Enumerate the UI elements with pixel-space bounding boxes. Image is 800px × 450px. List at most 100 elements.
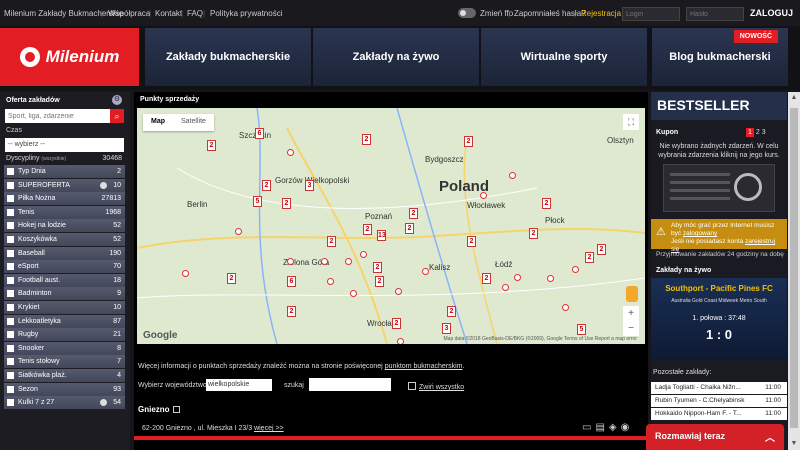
scrollbar-thumb[interactable] <box>790 108 798 428</box>
sidebar-discipline-item[interactable]: Rugby 21 <box>4 328 125 342</box>
sidebar-search-input[interactable] <box>5 109 110 123</box>
more-link[interactable]: więcej >> <box>254 425 284 432</box>
sidebar-discipline-item[interactable]: Siatkówka plaż. 4 <box>4 368 125 382</box>
zoom-out-button[interactable]: − <box>623 321 639 336</box>
checkbox[interactable] <box>7 235 14 243</box>
checkbox[interactable] <box>7 168 14 175</box>
sidebar-discipline-item[interactable]: Football aust. 18 <box>4 273 125 287</box>
checkbox[interactable] <box>7 331 14 339</box>
voivodeship-select[interactable]: wielkopolskie <box>206 379 272 391</box>
map-pin-marker[interactable]: 2 <box>529 228 538 239</box>
topbar-link-wspolpraca[interactable]: Współpraca <box>108 9 150 18</box>
page-scrollbar[interactable]: ▲ ▼ <box>788 92 800 450</box>
nav-blog[interactable]: Blog bukmacherski NOWOŚĆ <box>652 28 788 86</box>
sidebar-discipline-item[interactable]: Tenis 1968 <box>4 205 125 219</box>
sidebar-discipline-item[interactable]: Krykiet 10 <box>4 300 125 314</box>
checkbox[interactable] <box>7 181 14 189</box>
event-row[interactable]: Hokkaido Nippon-Ham F. - T... 11:00 <box>651 408 787 420</box>
map-dot-marker[interactable] <box>360 251 367 258</box>
map-pin-marker[interactable]: 2 <box>363 224 372 235</box>
map-pin-marker[interactable]: 2 <box>597 244 606 255</box>
map-dot-marker[interactable] <box>327 278 334 285</box>
coupon-tab-3[interactable]: 3 <box>762 129 766 136</box>
map-dot-marker[interactable] <box>480 192 487 199</box>
checkbox[interactable] <box>7 371 14 379</box>
checkbox[interactable] <box>7 222 14 230</box>
checkbox[interactable] <box>7 317 14 325</box>
map-pin-marker[interactable]: 5 <box>253 196 262 207</box>
map-dot-marker[interactable] <box>502 284 509 291</box>
checkbox[interactable] <box>7 385 14 393</box>
settings-icon[interactable]: ⚙ <box>112 95 122 105</box>
map-dot-marker[interactable] <box>345 258 352 265</box>
map-pin-marker[interactable]: 6 <box>287 276 296 287</box>
logo[interactable]: Milenium <box>0 28 139 86</box>
topbar-link-kontakt[interactable]: Kontakt <box>155 9 182 18</box>
map-dot-marker[interactable] <box>509 172 516 179</box>
checkbox[interactable] <box>7 303 14 311</box>
map-pin-marker[interactable]: 5 <box>577 324 586 335</box>
street-view-icon[interactable] <box>626 286 638 302</box>
map-tab[interactable]: Map <box>143 114 173 131</box>
map[interactable]: Map Satellite ⛶ Poland Szczecin Bydgoszc… <box>137 108 645 344</box>
checkbox[interactable] <box>7 249 14 257</box>
map-dot-marker[interactable] <box>321 258 328 265</box>
register-link[interactable]: Rejestracja <box>581 9 621 18</box>
scroll-down-icon[interactable]: ▼ <box>788 438 800 450</box>
map-pin-marker[interactable]: 2 <box>467 236 476 247</box>
map-pin-marker[interactable]: 2 <box>464 136 473 147</box>
checkbox[interactable] <box>7 263 14 271</box>
search-icon[interactable]: ⌕ <box>110 109 124 123</box>
map-pin-marker[interactable]: 2 <box>542 198 551 209</box>
sidebar-discipline-item[interactable]: Badminton 9 <box>4 287 125 301</box>
map-dot-marker[interactable] <box>350 290 357 297</box>
sidebar-discipline-item[interactable]: Lekkoatletyka 87 <box>4 314 125 328</box>
map-pin-marker[interactable]: 2 <box>287 306 296 317</box>
sales-points-link[interactable]: punktom bukmacherskim <box>385 363 463 370</box>
live-chat-button[interactable]: Rozmawiaj teraz ︿ <box>646 424 784 450</box>
map-pin-marker[interactable]: 2 <box>373 262 382 273</box>
event-row[interactable]: Ladja Togliatti - Chaika Nižn... 11:00 <box>651 382 787 394</box>
event-row[interactable]: Rubin Tyumen - C.Chelyabinsk 11:00 <box>651 395 787 407</box>
topbar-link-privacy[interactable]: Polityka prywatności <box>210 9 282 18</box>
sidebar-discipline-item[interactable]: Kulki 7 z 27 54 <box>4 396 125 410</box>
sidebar-discipline-item[interactable]: Koszykówka 52 <box>4 232 125 246</box>
disciplines-header[interactable]: Dyscypliny (wszystkie) 30468 <box>6 155 122 162</box>
map-dot-marker[interactable] <box>287 258 294 265</box>
zoom-in-button[interactable]: + <box>623 306 639 321</box>
map-pin-marker[interactable]: 3 <box>305 180 314 191</box>
password-input[interactable] <box>686 7 744 21</box>
logged-in-link[interactable]: zalogowany <box>683 230 717 237</box>
points-search-input[interactable] <box>309 378 391 391</box>
topbar-link-faq[interactable]: FAQ <box>187 9 203 18</box>
map-pin-marker[interactable]: 2 <box>362 134 371 145</box>
coupon-tab-1[interactable]: 1 <box>746 128 754 137</box>
topbar-link-home[interactable]: Milenium Zakłady Bukmacherskie <box>4 9 123 18</box>
checkbox[interactable] <box>7 344 14 352</box>
map-dot-marker[interactable] <box>287 149 294 156</box>
coupon-tab-2[interactable]: 2 <box>756 129 760 136</box>
collapse-all-link[interactable]: Zwiń wszystko <box>408 382 464 391</box>
map-dot-marker[interactable] <box>572 266 579 273</box>
map-dot-marker[interactable] <box>547 275 554 282</box>
login-button[interactable]: ZALOGUJ <box>750 8 793 18</box>
login-input[interactable] <box>622 7 680 21</box>
map-pin-marker[interactable]: 2 <box>482 273 491 284</box>
sidebar-discipline-item[interactable]: Sezon 93 <box>4 382 125 396</box>
map-pin-marker[interactable]: 2 <box>282 198 291 209</box>
map-attribution[interactable]: Map data ©2018 GeoBasis-DE/BKG (©2009), … <box>444 336 637 342</box>
map-pin-marker[interactable]: 2 <box>405 223 414 234</box>
map-pin-marker[interactable]: 2 <box>447 306 456 317</box>
sidebar-discipline-item[interactable]: Tenis stołowy 7 <box>4 355 125 369</box>
map-dot-marker[interactable] <box>562 304 569 311</box>
map-pin-marker[interactable]: 2 <box>207 140 216 151</box>
map-dot-marker[interactable] <box>395 288 402 295</box>
sidebar-discipline-item[interactable]: Snooker 8 <box>4 341 125 355</box>
bestseller-banner[interactable]: BESTSELLER <box>651 92 787 120</box>
map-pin-marker[interactable]: 2 <box>585 252 594 263</box>
time-select[interactable]: -- wybierz -- <box>5 138 124 152</box>
checkbox[interactable] <box>7 358 14 366</box>
map-pin-marker[interactable]: 13 <box>377 230 386 241</box>
map-pin-marker[interactable]: 2 <box>375 276 384 287</box>
checkbox[interactable] <box>7 276 14 284</box>
